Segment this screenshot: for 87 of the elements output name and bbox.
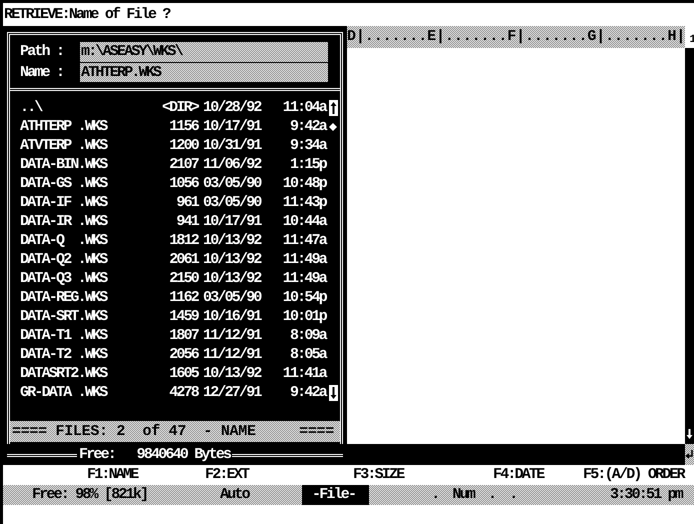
file-size: 1162	[168, 288, 198, 308]
mode-indicator: Auto	[220, 485, 250, 505]
file-size: 2107	[168, 155, 198, 174]
file-date: 03/05/90	[202, 193, 262, 212]
file-date: 11/12/91	[202, 326, 262, 346]
file-date: 10/31/91	[202, 136, 262, 156]
file-date: 10/13/92	[202, 231, 262, 250]
file-size: 1156	[168, 117, 198, 136]
file-time: 9:42a	[288, 383, 326, 402]
file-size: 1807	[168, 326, 198, 346]
memory-text: Free: 98% [821k]	[32, 485, 148, 505]
file-time: 9:34a	[288, 136, 326, 156]
file-name[interactable]: DATA-T1 .WKS	[20, 326, 130, 346]
file-size: 1056	[168, 174, 198, 194]
function-key-label: F1:NAME	[87, 465, 139, 485]
file-date: 10/13/92	[202, 269, 262, 288]
file-name[interactable]: ..\	[20, 98, 130, 118]
status-indicator: .	[431, 485, 438, 505]
file-time: 10:01p	[282, 307, 326, 326]
field-label: Name :	[20, 62, 64, 82]
prompt-text: RETRIEVE:Name of File ?	[4, 4, 170, 24]
file-name[interactable]: ATHTERP .WKS	[20, 117, 130, 136]
scroll-thumb-icon	[329, 122, 337, 130]
file-name[interactable]: DATA-Q .WKS	[20, 231, 130, 250]
file-count-text: ==== FILES: 2 of 47 - NAME ====	[12, 422, 334, 442]
file-size: 1200	[168, 136, 198, 156]
free-space-text: Free: 9840640 Bytes	[78, 444, 232, 464]
file-name[interactable]: DATA-T2 .WKS	[20, 345, 130, 364]
file-size: 2056	[168, 345, 198, 364]
file-time: 11:04a	[282, 98, 326, 118]
file-date: 10/13/92	[202, 250, 262, 270]
field-label: Path :	[20, 42, 64, 62]
file-size: 2061	[168, 250, 198, 270]
file-date: 11/06/92	[202, 155, 262, 174]
file-size: 4278	[168, 383, 198, 402]
file-size: 1605	[168, 364, 198, 384]
file-name[interactable]: DATA-IR .WKS	[20, 212, 130, 232]
file-time: 10:48p	[282, 174, 326, 194]
file-time: 11:49a	[282, 250, 326, 270]
file-date: 10/16/91	[202, 307, 262, 326]
file-name[interactable]: DATA-SRT.WKS	[20, 307, 130, 326]
file-date: 11/12/91	[202, 345, 262, 364]
file-size: 1459	[168, 307, 198, 326]
function-key-label: F4:DATE	[493, 465, 545, 485]
file-time: 11:49a	[282, 269, 326, 288]
enter-icon	[685, 450, 694, 459]
file-size: <DIR>	[160, 98, 198, 118]
path-field[interactable]: m:\ASEASY\WKS\	[80, 42, 328, 62]
file-name[interactable]: DATA-IF .WKS	[20, 193, 130, 212]
file-name[interactable]: DATA-GS .WKS	[20, 174, 130, 194]
file-name[interactable]: DATA-Q2 .WKS	[20, 250, 130, 270]
status-indicator: Num	[452, 485, 474, 505]
file-name[interactable]: GR-DATA .WKS	[20, 383, 130, 402]
function-key-label: F5:(A/D) ORDER	[583, 465, 686, 485]
status-indicator: .	[488, 485, 496, 505]
file-name[interactable]: DATA-Q3 .WKS	[20, 269, 130, 288]
file-name[interactable]: DATASRT2.WKS	[20, 364, 130, 384]
file-time: 11:47a	[282, 231, 326, 250]
file-date: 03/05/90	[202, 174, 262, 194]
file-date: 10/17/91	[202, 212, 262, 232]
file-date: 10/17/91	[202, 117, 262, 136]
file-date: 12/27/91	[202, 383, 262, 402]
file-name[interactable]: DATA-BIN.WKS	[20, 155, 130, 174]
file-size: 941	[175, 212, 198, 232]
file-time: 9:42a	[288, 117, 326, 136]
status-indicator: .	[509, 485, 516, 505]
scroll-up-icon	[328, 100, 338, 116]
file-size: 1812	[168, 231, 198, 250]
file-time: 11:41a	[282, 364, 326, 384]
file-time: 8:05a	[288, 345, 326, 364]
file-name[interactable]: ATVTERP .WKS	[20, 136, 130, 156]
function-key-label: F3:SIZE	[353, 465, 405, 485]
file-date: 03/05/90	[202, 288, 262, 308]
file-time: 10:54p	[282, 288, 326, 308]
file-time: 11:43p	[282, 193, 326, 212]
file-date: 10/13/92	[202, 364, 262, 384]
file-date: 10/28/92	[202, 98, 262, 118]
file-name[interactable]: DATA-REG.WKS	[20, 288, 130, 308]
file-time: 8:09a	[288, 326, 326, 346]
scroll-down-icon	[328, 384, 338, 400]
function-key-label: F2:EXT	[205, 465, 250, 485]
file-size: 961	[175, 193, 198, 212]
column-letters: D|.......E|.......F|.......G|.......H|	[347, 27, 686, 47]
file-time: 10:44a	[282, 212, 326, 232]
file-time: 1:15p	[288, 155, 326, 174]
file-size: 2150	[168, 269, 198, 288]
panel-indicator: -File-	[302, 485, 370, 505]
